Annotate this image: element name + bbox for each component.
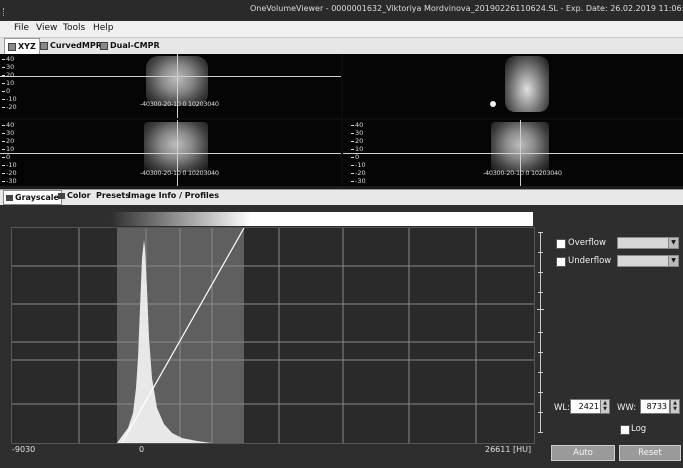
grayscale-icon xyxy=(6,194,13,201)
grip-icon xyxy=(3,8,7,16)
panel-tab-bar: Grayscale Color Presets Image Info / Pro… xyxy=(0,189,683,205)
viewport-axial[interactable]: 40 30 20 10 0 -10 -20 -40300-20-10 0 10203040 xyxy=(0,54,341,118)
log-checkbox[interactable] xyxy=(620,425,630,435)
ww-label: WW: xyxy=(617,403,637,413)
histogram-zero-label: 0 xyxy=(139,445,145,454)
volume-render-image xyxy=(505,56,549,112)
curved-mpr-icon xyxy=(40,41,48,50)
tab-presets-label: Presets xyxy=(96,191,131,200)
reset-button[interactable]: Reset xyxy=(619,445,681,461)
viewport-grid: 40 30 20 10 0 -10 -20 -40300-20-10 0 10203040 … xyxy=(0,54,683,186)
histogram-plot[interactable] xyxy=(11,227,535,444)
tab-dual-cmpr-label: Dual-CMPR xyxy=(110,41,160,50)
menu-tools[interactable]: Tools xyxy=(63,23,85,33)
tab-grayscale[interactable]: Grayscale xyxy=(3,190,62,205)
menu-view[interactable]: View xyxy=(36,23,57,33)
tab-presets[interactable]: Presets xyxy=(96,191,130,200)
histogram-max-label: 26611 [HU] xyxy=(485,445,532,454)
orientation-marker xyxy=(490,101,496,107)
tab-color[interactable]: Color xyxy=(58,191,91,200)
menu-file[interactable]: File xyxy=(14,23,29,33)
sagittal-scan-image xyxy=(144,122,208,172)
underflow-label: Underflow xyxy=(568,256,612,266)
tab-color-label: Color xyxy=(67,191,91,200)
tab-xyz[interactable]: XYZ xyxy=(4,38,40,54)
auto-button[interactable]: Auto xyxy=(551,445,615,461)
tab-dual-cmpr[interactable]: Dual-CMPR xyxy=(100,38,160,53)
title-bar: OneVolumeViewer - 0000001632_Viktoriya M… xyxy=(0,0,683,21)
overflow-color-select[interactable]: ▼ xyxy=(617,237,679,249)
window-title: OneVolumeViewer - 0000001632_Viktoriya M… xyxy=(250,4,683,13)
horizontal-ruler: -40300-20-10 0 10203040 xyxy=(140,169,219,177)
chevron-down-icon: ▼ xyxy=(668,256,678,266)
menu-help[interactable]: Help xyxy=(93,23,114,33)
log-label: Log xyxy=(631,424,647,434)
viewport-coronal[interactable]: 40 30 20 10 0 -10 -20 -30 -40300-20-10 0 102030… xyxy=(343,120,683,186)
horizontal-ruler: -40300-20-10 0 10203040 xyxy=(483,169,562,177)
underflow-checkbox[interactable] xyxy=(556,257,566,267)
wl-input[interactable]: 2421 xyxy=(570,399,602,414)
xyz-view-icon xyxy=(8,42,16,51)
histogram-svg xyxy=(12,227,534,444)
chevron-down-icon: ▼ xyxy=(668,238,678,248)
tab-image-info-label: Image Info / Profiles xyxy=(128,191,219,200)
tab-xyz-label: XYZ xyxy=(18,42,36,51)
histogram-grid xyxy=(12,228,534,443)
crosshair-vertical[interactable] xyxy=(177,54,178,118)
crosshair-horizontal[interactable] xyxy=(343,153,683,154)
tab-curvedmpr-label: CurvedMPR xyxy=(50,41,102,50)
ww-input[interactable]: 8733 xyxy=(640,399,670,414)
overflow-label: Overflow xyxy=(568,238,606,248)
tab-curvedmpr[interactable]: CurvedMPR xyxy=(40,38,102,53)
vertical-ruler: 40 30 20 10 0 -10 -20 -30 xyxy=(2,121,17,185)
tab-grayscale-label: Grayscale xyxy=(15,193,59,202)
crosshair-horizontal[interactable] xyxy=(0,153,341,154)
horizontal-ruler: -40300-20-10 0 10203040 xyxy=(140,100,219,108)
crosshair-horizontal[interactable] xyxy=(0,76,341,77)
tab-image-info[interactable]: Image Info / Profiles xyxy=(128,191,219,200)
underflow-color-select[interactable]: ▼ xyxy=(617,255,679,267)
wl-spinner[interactable]: ▲ ▼ xyxy=(600,399,610,414)
histogram-min-label: -9030 xyxy=(12,445,36,454)
viewport-sagittal[interactable]: 40 30 20 10 0 -10 -20 -30 -40300-20-10 0 102030… xyxy=(0,120,341,186)
viewport-3d[interactable] xyxy=(343,54,683,118)
menu-bar: File View Tools Help xyxy=(0,21,683,38)
dual-cmpr-icon xyxy=(100,41,108,50)
wl-label: WL: xyxy=(554,403,571,413)
grayscale-gradient-bar xyxy=(11,212,533,226)
overflow-checkbox[interactable] xyxy=(556,239,566,249)
level-slider[interactable] xyxy=(537,232,544,433)
vertical-ruler: 40 30 20 10 0 -10 -20 xyxy=(2,55,17,111)
color-icon xyxy=(58,192,65,199)
view-tab-bar: XYZ CurvedMPR Dual-CMPR xyxy=(0,38,683,54)
vertical-ruler: 40 30 20 10 0 -10 -20 -30 xyxy=(351,121,366,185)
ww-spinner[interactable]: ▲ ▼ xyxy=(670,399,680,414)
